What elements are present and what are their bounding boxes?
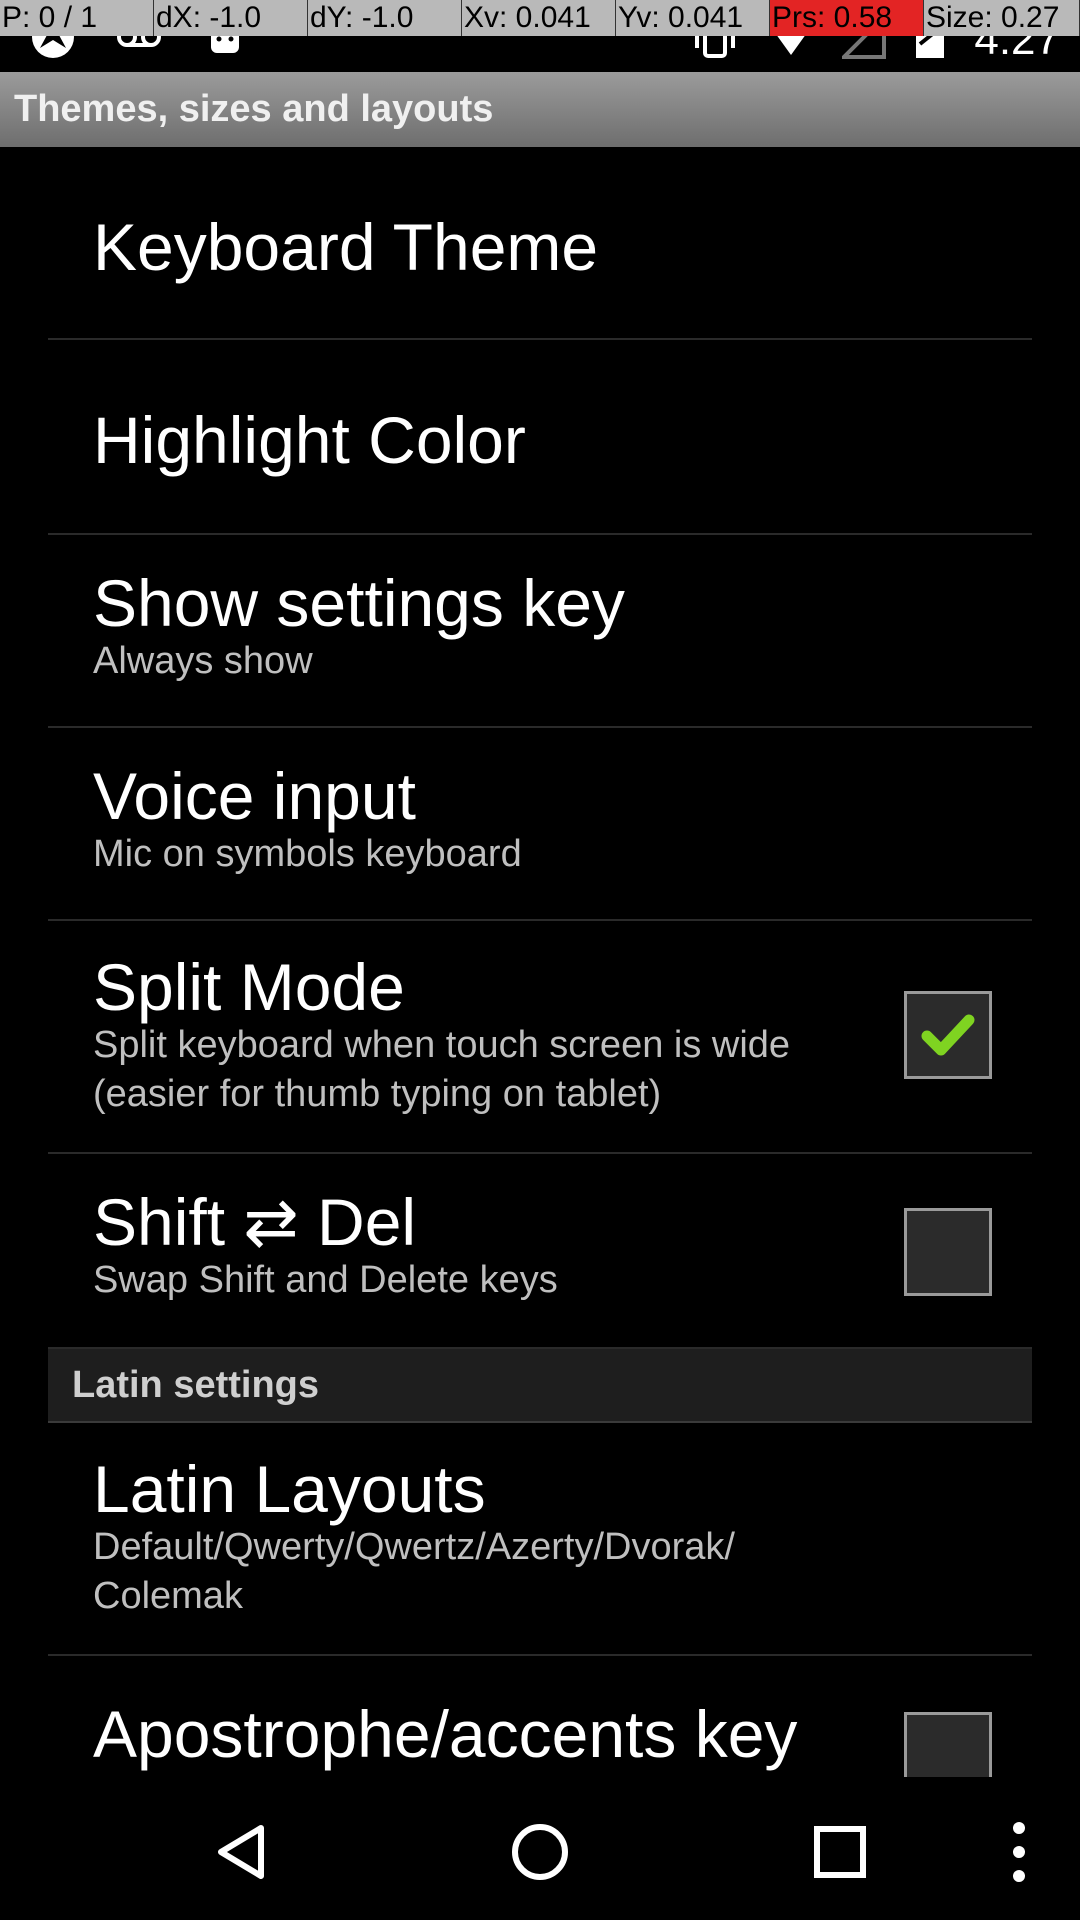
pref-title: Shift ⇄ Del <box>93 1185 417 1259</box>
pref-title: Split Mode <box>93 950 405 1024</box>
pref-title: Keyboard Theme <box>93 210 599 284</box>
pref-voice-input[interactable]: Voice input Mic on symbols keyboard <box>48 728 1032 921</box>
split-mode-checkbox[interactable] <box>904 991 992 1079</box>
home-icon[interactable] <box>495 1807 585 1897</box>
pref-title: Show settings key <box>93 566 625 640</box>
pref-apostrophe-accents-key[interactable]: Apostrophe/accents key <box>48 1656 1032 1777</box>
pref-summary: Default/Qwerty/Qwertz/Azerty/Dvorak/ Col… <box>93 1526 735 1617</box>
pref-highlight-color[interactable]: Highlight Color <box>48 340 1032 535</box>
action-bar: Themes, sizes and layouts <box>0 72 1080 147</box>
section-title: Latin settings <box>72 1364 320 1406</box>
pref-title: Latin Layouts <box>93 1452 486 1526</box>
page-title: Themes, sizes and layouts <box>14 88 494 130</box>
shift-del-checkbox[interactable] <box>904 1208 992 1296</box>
pref-summary: Split keyboard when touch screen is wide… <box>93 1024 791 1115</box>
overflow-menu-icon[interactable] <box>974 1807 1064 1897</box>
pref-title: Highlight Color <box>93 403 526 477</box>
pref-title: Apostrophe/accents key <box>93 1697 798 1771</box>
debug-pressure: Prs: 0.58 <box>770 0 924 36</box>
recents-icon[interactable] <box>795 1807 885 1897</box>
preference-list[interactable]: Keyboard Theme Highlight Color Show sett… <box>0 147 1080 1777</box>
pref-keyboard-theme[interactable]: Keyboard Theme <box>48 147 1032 340</box>
debug-size: Size: 0.27 <box>924 0 1080 36</box>
debug-pointer: P: 0 / 1 <box>0 0 154 36</box>
pref-summary: Always show <box>93 640 313 682</box>
pref-shift-del[interactable]: Shift ⇄ Del Swap Shift and Delete keys <box>48 1154 1032 1349</box>
pref-summary: Swap Shift and Delete keys <box>93 1259 558 1301</box>
pref-split-mode[interactable]: Split Mode Split keyboard when touch scr… <box>48 921 1032 1154</box>
pref-latin-layouts[interactable]: Latin Layouts Default/Qwerty/Qwertz/Azer… <box>48 1423 1032 1656</box>
section-header-latin: Latin settings <box>48 1349 1032 1423</box>
debug-dx: dX: -1.0 <box>154 0 308 36</box>
debug-xv: Xv: 0.041 <box>462 0 616 36</box>
debug-dy: dY: -1.0 <box>308 0 462 36</box>
pref-title: Voice input <box>93 759 416 833</box>
pref-show-settings-key[interactable]: Show settings key Always show <box>48 535 1032 728</box>
status-bar: 4:27 P: 0 / 1 dX: -1.0 dY: -1.0 Xv: 0.04… <box>0 0 1080 72</box>
pointer-debug-overlay: P: 0 / 1 dX: -1.0 dY: -1.0 Xv: 0.041 Yv:… <box>0 0 1080 36</box>
navigation-bar <box>0 1777 1080 1920</box>
check-icon <box>921 1014 975 1056</box>
debug-yv: Yv: 0.041 <box>616 0 770 36</box>
pref-summary: Mic on symbols keyboard <box>93 833 522 875</box>
back-icon[interactable] <box>196 1807 286 1897</box>
apostrophe-accents-checkbox[interactable] <box>904 1712 992 1777</box>
